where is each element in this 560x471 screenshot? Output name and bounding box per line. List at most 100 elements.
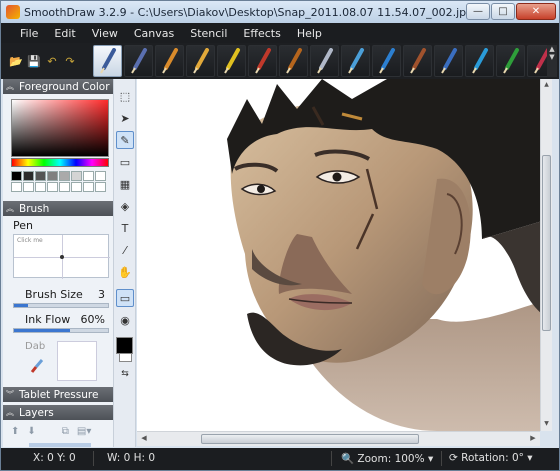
foreground-color-swatch[interactable] <box>116 337 133 354</box>
image-tool-icon[interactable]: ▦ <box>116 175 134 193</box>
rectangle-shape-icon[interactable]: ▭ <box>116 289 134 307</box>
color-swatch[interactable] <box>95 182 106 192</box>
menu-view[interactable]: View <box>85 25 125 42</box>
flat-brush-icon[interactable] <box>434 45 463 77</box>
artwork <box>137 79 549 431</box>
color-swatch[interactable] <box>83 171 94 181</box>
menu-file[interactable]: File <box>13 25 45 42</box>
rotation-control[interactable]: ⟳ Rotation: 0° ▾ <box>449 452 533 464</box>
menu-effects[interactable]: Effects <box>236 25 287 42</box>
color-swatch[interactable] <box>59 182 70 192</box>
menu-edit[interactable]: Edit <box>47 25 82 42</box>
eyedropper-tool-icon[interactable]: ⁄ <box>116 241 134 259</box>
brush-name: Pen <box>13 219 33 232</box>
airbrush-icon[interactable] <box>341 45 370 77</box>
layers-header[interactable]: ︽ Layers <box>3 405 113 420</box>
color-swatch[interactable] <box>23 182 34 192</box>
horizontal-scrollbar[interactable]: ◀ ▶ <box>137 431 540 446</box>
drawing-canvas[interactable] <box>137 79 549 431</box>
jet-brush-icon[interactable] <box>465 45 494 77</box>
dab-label: Dab <box>25 341 46 352</box>
color-swatch[interactable] <box>59 171 70 181</box>
dab-brush-icon[interactable] <box>30 359 44 373</box>
pencil-brush-icon[interactable] <box>124 45 153 77</box>
swap-colors-icon[interactable]: ⇆ <box>116 365 134 383</box>
color-swatch[interactable] <box>47 182 58 192</box>
brush-tool-icon[interactable]: ✎ <box>116 131 134 149</box>
zoom-dropdown-icon: ▾ <box>427 453 434 465</box>
redo-icon[interactable]: ↷ <box>63 54 77 68</box>
layer-up-icon[interactable]: ⬆ <box>11 426 19 437</box>
smear-brush-icon[interactable] <box>310 45 339 77</box>
brush-header[interactable]: ︽ Brush <box>3 201 113 216</box>
color-picker-field[interactable] <box>11 99 109 157</box>
tablet-pressure-header[interactable]: ︾ Tablet Pressure <box>3 387 113 402</box>
app-window: SmoothDraw 3.2.9 - C:\Users\Diakov\Deskt… <box>0 0 560 471</box>
toolbar-scroll-button[interactable]: ▲ ▼ <box>547 45 557 77</box>
zoom-control[interactable]: 🔍 Zoom: 100% ▾ <box>341 452 433 465</box>
crayon-brush-icon[interactable] <box>155 45 184 77</box>
hand-tool-icon[interactable]: ✋ <box>116 263 134 281</box>
color-swatch[interactable] <box>35 182 46 192</box>
ink-flow-value: 60% <box>80 313 105 326</box>
spray-brush-icon[interactable] <box>372 45 401 77</box>
dab-preview[interactable] <box>57 341 97 381</box>
paint-brush-icon[interactable] <box>248 45 277 77</box>
color-swatch[interactable] <box>47 171 58 181</box>
marker-brush-icon[interactable] <box>217 45 246 77</box>
color-swatch[interactable] <box>11 182 22 192</box>
horizontal-scroll-thumb[interactable] <box>201 434 419 444</box>
menu-help[interactable]: Help <box>290 25 329 42</box>
layer-tools: ⬆ ⬇ ⧉ ▤▾ <box>3 422 113 440</box>
scroll-down-icon[interactable]: ▼ <box>542 420 551 429</box>
watercolor-brush-icon[interactable] <box>403 45 432 77</box>
save-icon[interactable]: 💾 <box>27 54 41 68</box>
color-swatch[interactable] <box>35 171 46 181</box>
menu-stencil[interactable]: Stencil <box>183 25 234 42</box>
fill-tool-icon[interactable]: ◈ <box>116 197 134 215</box>
left-panel: ︽ Foreground Color ︽ Brush Pen Click me … <box>3 79 113 447</box>
ink-flow-slider[interactable]: Ink Flow 60% <box>13 313 109 333</box>
minimize-button[interactable]: — <box>466 3 490 20</box>
chalk-brush-icon[interactable] <box>186 45 215 77</box>
vertical-scrollbar[interactable]: ▲ ▼ <box>540 79 552 431</box>
scroll-right-icon[interactable]: ▶ <box>528 434 538 444</box>
move-tool-icon[interactable]: ➤ <box>116 109 134 127</box>
status-xy: X: 0 Y: 0 <box>33 452 76 464</box>
brush-list <box>93 44 556 78</box>
color-swatch[interactable] <box>71 182 82 192</box>
open-icon[interactable]: 📂 <box>9 54 23 68</box>
select-rect-tool-icon[interactable]: ⬚ <box>116 87 134 105</box>
oil-brush-icon[interactable] <box>279 45 308 77</box>
foreground-color-title: Foreground Color <box>19 80 110 93</box>
preview-hint: Click me <box>17 237 43 244</box>
layer-down-icon[interactable]: ⬇ <box>27 426 35 437</box>
color-swatch[interactable] <box>11 171 22 181</box>
foreground-color-header[interactable]: ︽ Foreground Color <box>3 79 113 94</box>
layer-merge-icon[interactable]: ⧉ <box>62 426 69 437</box>
window-title: SmoothDraw 3.2.9 - C:\Users\Diakov\Deskt… <box>24 5 474 19</box>
eraser-tool-icon[interactable]: ▭ <box>116 153 134 171</box>
grass-brush-icon[interactable] <box>496 45 525 77</box>
brush-preview[interactable]: Click me <box>13 234 110 279</box>
text-tool-icon[interactable]: T <box>116 219 134 237</box>
scroll-up-icon[interactable]: ▲ <box>542 81 551 90</box>
close-button[interactable]: ✕ <box>516 3 556 20</box>
layer-row[interactable] <box>29 443 91 447</box>
color-swatch[interactable] <box>23 171 34 181</box>
ellipse-shape-icon[interactable]: ◉ <box>116 311 134 329</box>
color-swatch[interactable] <box>83 182 94 192</box>
scroll-left-icon[interactable]: ◀ <box>139 434 149 444</box>
collapse-chevron-icon: ︽ <box>6 204 14 213</box>
brush-size-slider[interactable]: Brush Size 3 <box>13 288 109 308</box>
maximize-button[interactable]: □ <box>491 3 515 20</box>
color-swatch[interactable] <box>71 171 82 181</box>
pen-brush-icon[interactable] <box>93 45 122 77</box>
brush-title: Brush <box>19 202 50 215</box>
layer-menu-icon[interactable]: ▤▾ <box>77 426 91 437</box>
vertical-scroll-thumb[interactable] <box>542 155 551 331</box>
hue-slider[interactable] <box>11 158 109 167</box>
menu-canvas[interactable]: Canvas <box>127 25 181 42</box>
undo-icon[interactable]: ↶ <box>45 54 59 68</box>
color-swatch[interactable] <box>95 171 106 181</box>
